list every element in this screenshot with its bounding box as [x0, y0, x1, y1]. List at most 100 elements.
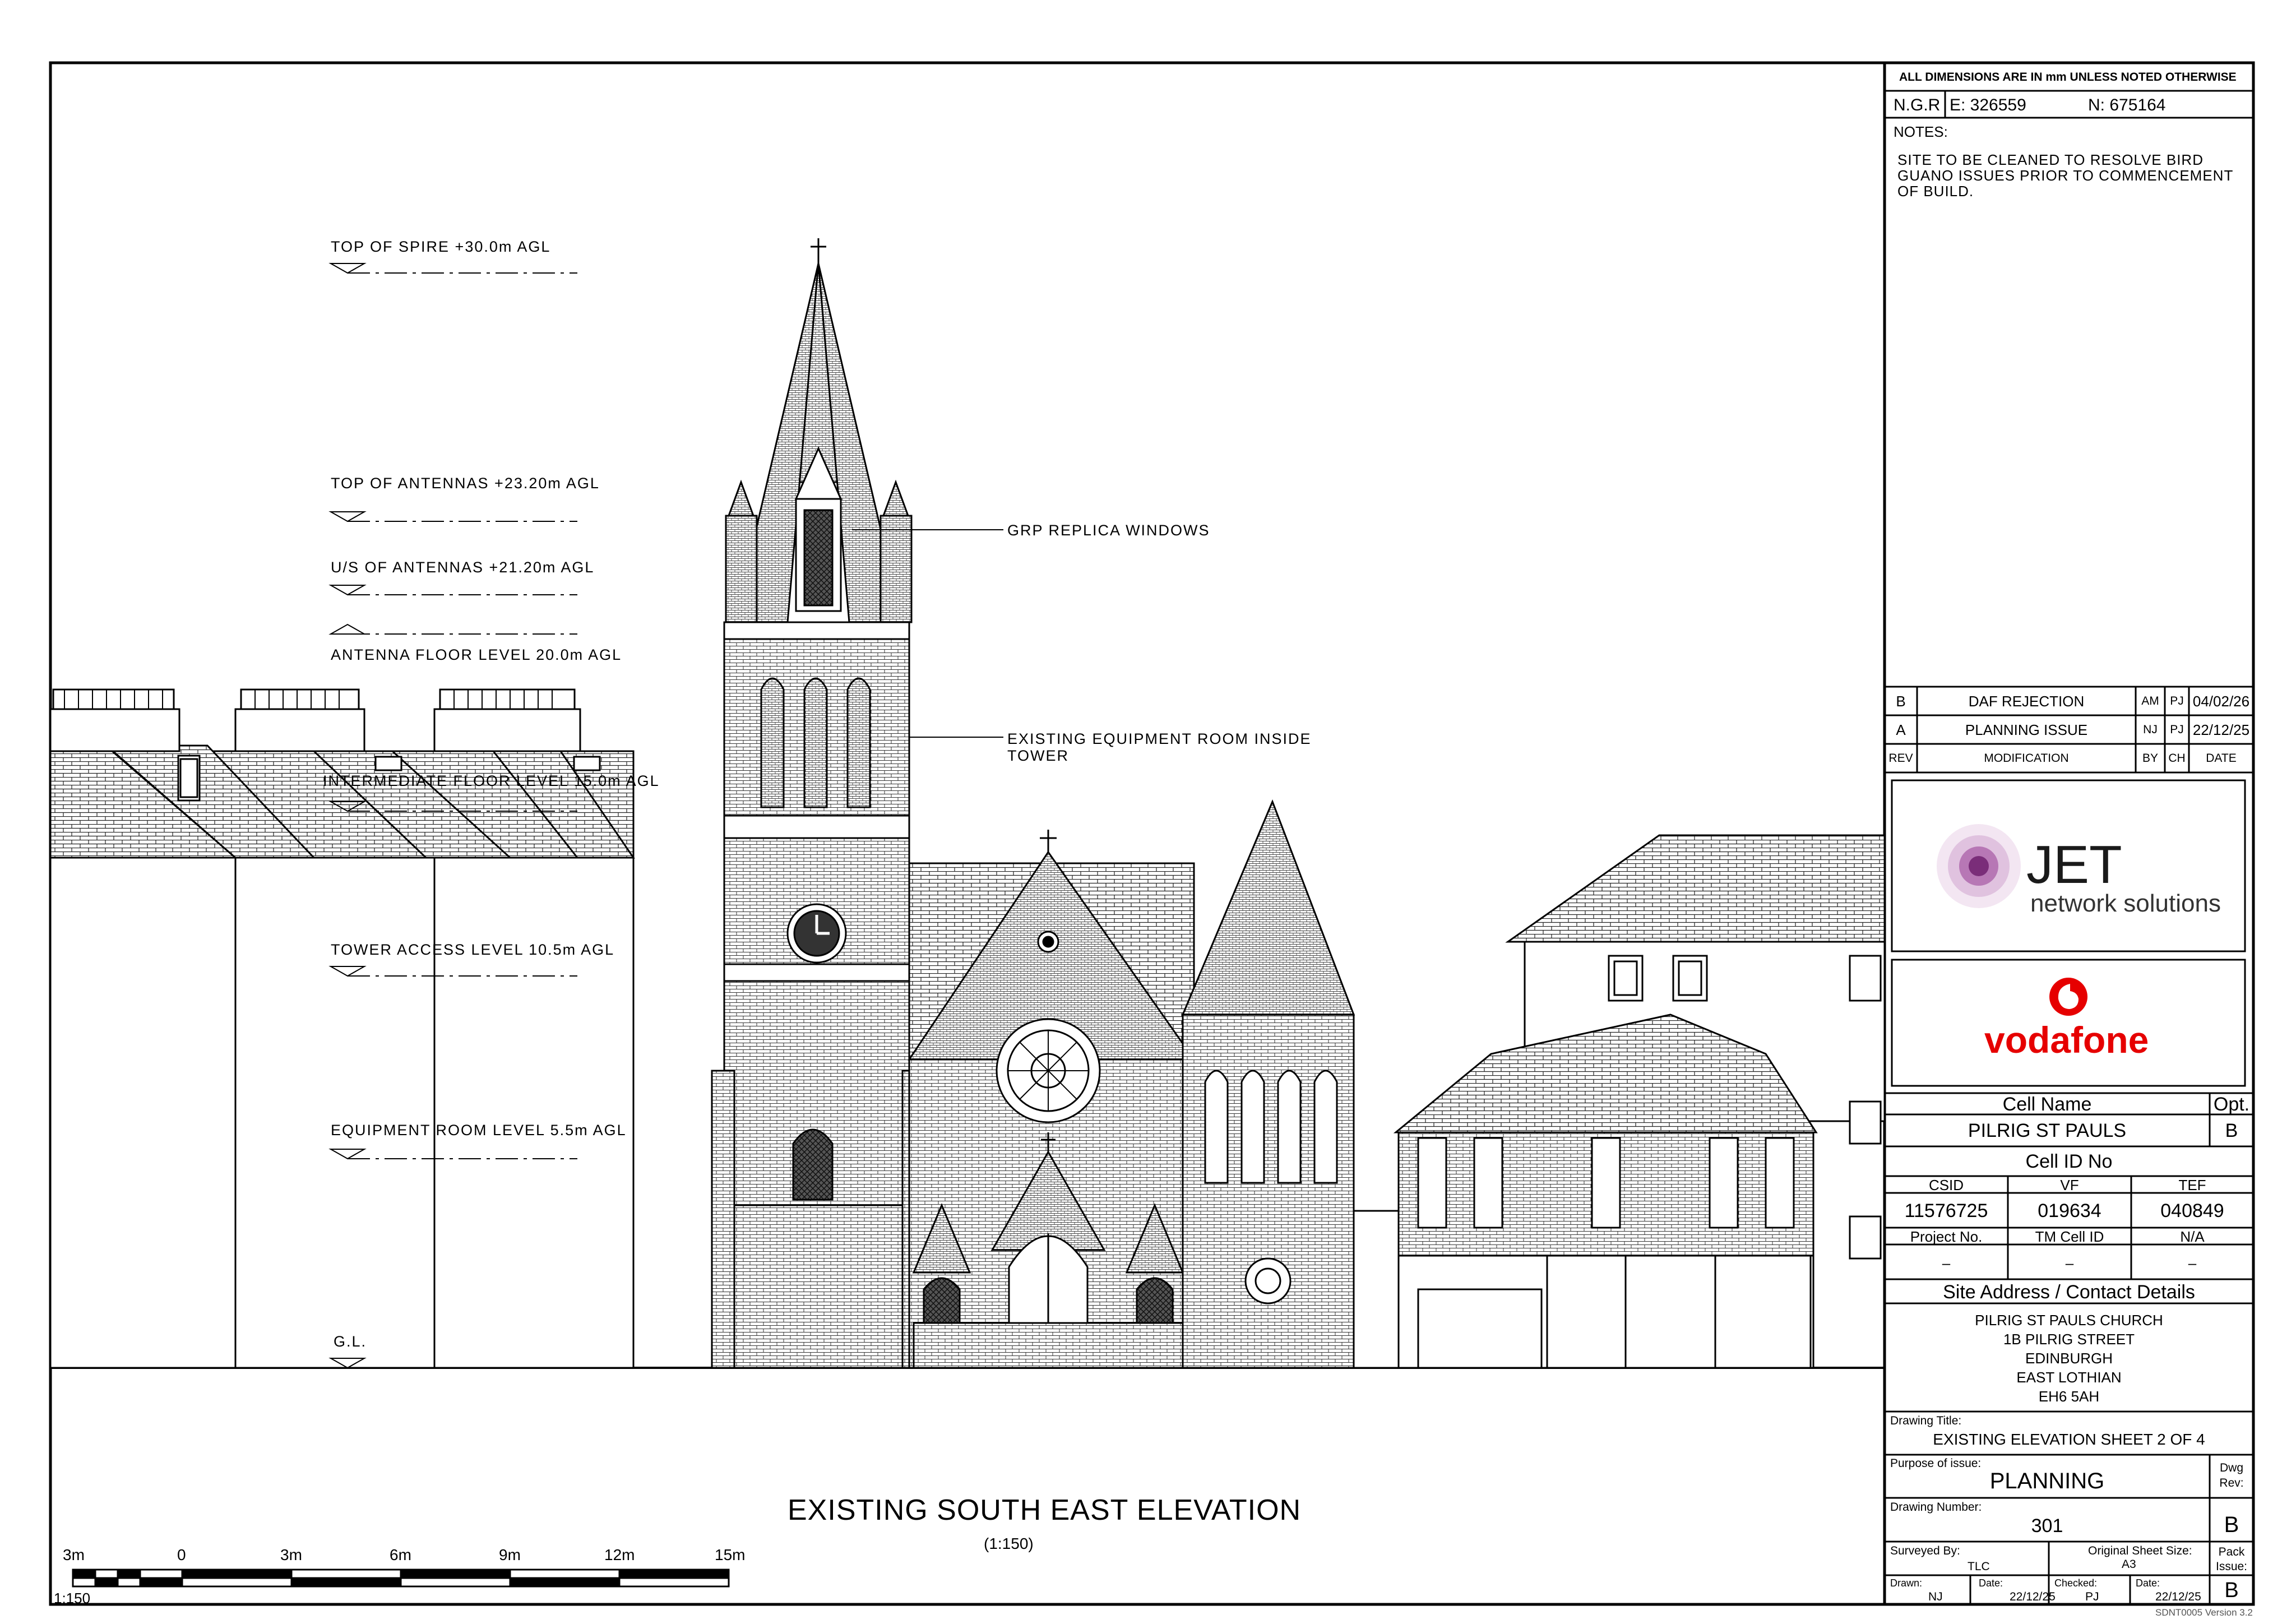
checked-date-label: Date: [2136, 1577, 2160, 1589]
jet-logo-subtitle: network solutions [2030, 890, 2221, 917]
cell-name-value: PILRIG ST PAULS [1968, 1120, 2127, 1141]
drawing-caption-title: EXISTING SOUTH EAST ELEVATION [788, 1494, 1302, 1526]
rev-a-id: A [1896, 721, 1906, 738]
cell-name-label: Cell Name [2002, 1094, 2092, 1115]
pack-issue-label-1: Pack [2218, 1546, 2245, 1558]
rev-header-rev: REV [1888, 752, 1913, 765]
drawing-number-value: 301 [2031, 1515, 2063, 1537]
notes-line-2: GUANO ISSUES PRIOR TO COMMENCEMENT [1897, 167, 2234, 184]
tef-extra-value: – [2188, 1255, 2197, 1271]
church-transept [1181, 799, 1402, 1369]
rev-b-date: 04/02/26 [2192, 693, 2250, 710]
na-label: N/A [2180, 1228, 2205, 1245]
pack-issue-rev: B [2224, 1579, 2239, 1602]
scale-label-3: 3m [280, 1546, 302, 1563]
tm-cell-id-label: TM Cell ID [2035, 1228, 2104, 1245]
scale-label-12: 12m [604, 1546, 635, 1563]
rev-a-ch: PJ [2170, 723, 2184, 736]
scale-label-15: 15m [715, 1546, 746, 1563]
level-top-of-antennas: TOP OF ANTENNAS +23.20m AGL [331, 475, 600, 492]
level-equipment-room: EQUIPMENT ROOM LEVEL 5.5m AGL [331, 1122, 627, 1139]
tef-value: 040849 [2160, 1200, 2224, 1222]
drawn-value: NJ [1928, 1590, 1943, 1603]
level-top-of-spire: TOP OF SPIRE +30.0m AGL [331, 238, 551, 255]
sheet-size-label: Original Sheet Size: [2088, 1544, 2192, 1557]
drawn-date-value: 22/12/25 [2010, 1590, 2056, 1603]
site-address-heading: Site Address / Contact Details [1943, 1281, 2195, 1303]
drawn-label: Drawn: [1890, 1577, 1923, 1589]
scale-label-6: 6m [390, 1546, 411, 1563]
vodafone-logo-mark [2049, 978, 2087, 1016]
scale-label-0: 0 [177, 1546, 186, 1563]
dwg-rev-label-2: Rev: [2219, 1477, 2244, 1489]
site-address-line-1: PILRIG ST PAULS CHURCH [1975, 1312, 2163, 1329]
church-tower [711, 238, 920, 1369]
vf-value: 019634 [2038, 1200, 2101, 1222]
drawing-number-label: Drawing Number: [1890, 1501, 1982, 1514]
ngr-label: N.G.R [1894, 96, 1941, 114]
neighbouring-tenements [49, 688, 635, 1369]
site-address-line-2: 1B PILRIG STREET [2003, 1331, 2135, 1348]
tm-cell-id-value: – [2065, 1255, 2074, 1271]
level-us-of-antennas: U/S OF ANTENNAS +21.20m AGL [331, 559, 595, 576]
site-address-line-3: EDINBURGH [2025, 1350, 2113, 1367]
version-footnote: SDNT0005 Version 3.2 [2155, 1607, 2253, 1618]
jet-logo-text: JET [2026, 835, 2122, 895]
drawing-caption-scale: (1:150) [984, 1535, 1034, 1552]
checked-value: PJ [2085, 1590, 2099, 1603]
notes-heading: NOTES: [1894, 123, 1948, 140]
drawn-date-label: Date: [1979, 1577, 2003, 1589]
rev-b-id: B [1896, 693, 1906, 710]
purpose-value: PLANNING [1989, 1469, 2105, 1493]
notes-line-3: OF BUILD. [1897, 183, 1974, 200]
drawing-number-rev: B [2224, 1512, 2239, 1537]
tef-label: TEF [2178, 1177, 2206, 1193]
rev-b-modification: DAF REJECTION [1968, 693, 2085, 710]
cell-id-label: Cell ID No [2025, 1151, 2113, 1172]
cell-opt-label: Opt. [2213, 1094, 2250, 1115]
purpose-label: Purpose of issue: [1890, 1457, 1982, 1470]
rev-header-ch: CH [2168, 752, 2186, 765]
rev-header-modification: MODIFICATION [1984, 752, 2069, 765]
surveyed-by-label: Surveyed By: [1890, 1544, 1960, 1557]
callout-equipment-room-1: EXISTING EQUIPMENT ROOM INSIDE [1007, 730, 1312, 747]
rev-header-by: BY [2142, 752, 2158, 765]
level-ground: G.L. [334, 1333, 367, 1350]
csid-label: CSID [1928, 1177, 1964, 1193]
cell-opt-value: B [2225, 1120, 2238, 1141]
scale-ratio: 1:150 [54, 1590, 91, 1607]
rev-a-modification: PLANNING ISSUE [1965, 721, 2088, 738]
notes-line-1: SITE TO BE CLEANED TO RESOLVE BIRD [1897, 151, 2204, 168]
checked-label: Checked: [2054, 1577, 2098, 1589]
surveyed-by-value: TLC [1968, 1560, 1990, 1573]
site-address-line-5: EH6 5AH [2038, 1388, 2100, 1405]
level-intermediate-floor: INTERMEDIATE FLOOR LEVEL 15.0m AGL [323, 772, 660, 789]
rev-header-date: DATE [2206, 752, 2237, 765]
ngr-easting: E: 326559 [1950, 96, 2026, 114]
scale-label-neg3: 3m [63, 1546, 85, 1563]
church-nave [908, 830, 1196, 1369]
rev-a-by: NJ [2143, 723, 2158, 736]
neighbouring-buildings-right [1393, 834, 1886, 1369]
callout-grp-windows: GRP REPLICA WINDOWS [1007, 522, 1210, 539]
ngr-northing: N: 675164 [2088, 96, 2166, 114]
drawing-title-value: EXISTING ELEVATION SHEET 2 OF 4 [1933, 1431, 2205, 1448]
rev-a-date: 22/12/25 [2192, 721, 2250, 738]
vf-label: VF [2060, 1177, 2079, 1193]
pack-issue-label-2: Issue: [2215, 1560, 2248, 1573]
vodafone-logo-text: vodafone [1984, 1019, 2149, 1061]
checked-date-value: 22/12/25 [2155, 1590, 2201, 1603]
jet-logo-mark [1937, 824, 2021, 908]
site-address-line-4: EAST LOTHIAN [2016, 1369, 2122, 1386]
dimensions-note: ALL DIMENSIONS ARE IN mm UNLESS NOTED OT… [1899, 71, 2237, 84]
callout-equipment-room-2: TOWER [1007, 747, 1069, 764]
rev-b-by: AM [2141, 695, 2159, 707]
project-no-label: Project No. [1910, 1228, 1983, 1245]
project-no-value: – [1942, 1255, 1951, 1271]
dwg-rev-label-1: Dwg [2219, 1461, 2243, 1474]
scale-label-9: 9m [499, 1546, 521, 1563]
csid-value: 11576725 [1904, 1200, 1988, 1222]
drawing-title-label: Drawing Title: [1890, 1414, 1962, 1427]
level-tower-access: TOWER ACCESS LEVEL 10.5m AGL [331, 941, 615, 958]
sheet-size-value: A3 [2122, 1558, 2136, 1571]
